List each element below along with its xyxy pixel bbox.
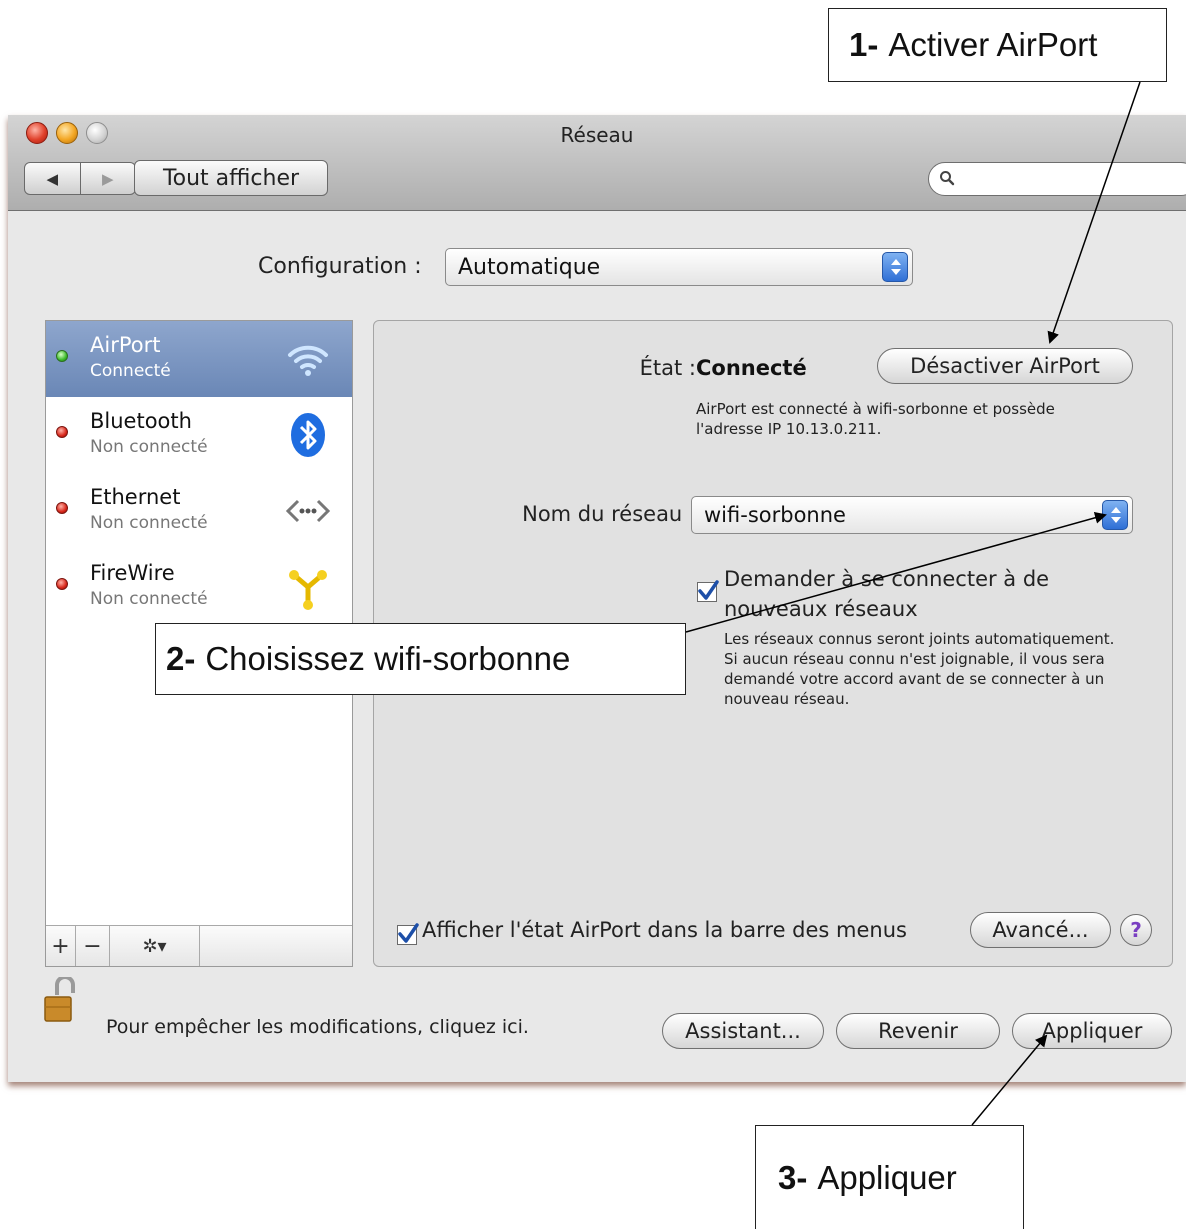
- ask-to-join-description: Les réseaux connus seront joints automat…: [724, 630, 1115, 708]
- checkmark-icon: [398, 923, 419, 943]
- service-item-airport[interactable]: AirPort Connecté: [46, 321, 352, 397]
- bluetooth-icon: [291, 413, 325, 457]
- callout-choose-network: 2- Choisissez wifi-sorbonne: [155, 623, 686, 695]
- callout-text: Appliquer: [817, 1158, 957, 1196]
- callout-number: 1-: [849, 26, 879, 63]
- ask-to-join-label: Demander à se connecter à de nouveaux ré…: [724, 567, 1050, 621]
- service-item-bluetooth[interactable]: Bluetooth Non connecté: [46, 397, 352, 473]
- callout-text: Activer AirPort: [888, 26, 1098, 63]
- configuration-label: Configuration :: [258, 254, 422, 279]
- status-indicator-icon: [56, 350, 68, 362]
- service-name: Ethernet: [90, 485, 181, 509]
- ethernet-icon: [285, 499, 331, 523]
- state-value: Connecté: [696, 356, 807, 380]
- search-input[interactable]: [928, 162, 1186, 196]
- callout-number: 3-: [778, 1158, 808, 1196]
- help-icon[interactable]: ?: [1120, 914, 1152, 946]
- show-in-menubar-checkbox[interactable]: [397, 923, 419, 945]
- titlebar: Réseau ◀ ▶ Tout afficher: [8, 115, 1186, 211]
- firewire-icon: [289, 570, 327, 610]
- status-indicator-icon: [56, 502, 68, 514]
- forward-arrow-icon[interactable]: ▶: [79, 163, 136, 194]
- network-name-select[interactable]: wifi-sorbonne: [691, 496, 1133, 534]
- service-item-ethernet[interactable]: Ethernet Non connecté: [46, 473, 352, 549]
- advanced-button[interactable]: Avancé...: [970, 912, 1111, 948]
- network-name-label: Nom du réseau :: [522, 502, 696, 526]
- state-label: État :: [639, 356, 696, 380]
- sidebar-toolbar: + − ✲▾: [46, 925, 352, 966]
- nav-segment: ◀ ▶: [24, 162, 136, 195]
- remove-service-button[interactable]: −: [76, 926, 110, 966]
- callout-number: 2-: [166, 640, 196, 677]
- revert-button[interactable]: Revenir: [836, 1013, 1000, 1049]
- service-name: Bluetooth: [90, 409, 192, 433]
- apply-button[interactable]: Appliquer: [1012, 1013, 1172, 1049]
- configuration-value: Automatique: [458, 254, 601, 280]
- service-status: Non connecté: [90, 437, 208, 457]
- show-all-button[interactable]: Tout afficher: [134, 160, 328, 196]
- back-arrow-icon[interactable]: ◀: [25, 163, 80, 194]
- add-service-button[interactable]: +: [46, 926, 76, 966]
- callout-apply: 3- Appliquer: [755, 1125, 1024, 1229]
- window-title: Réseau: [560, 123, 634, 147]
- ask-to-join-checkbox[interactable]: [697, 580, 719, 602]
- chevron-updown-icon: [1102, 500, 1128, 530]
- configuration-select[interactable]: Automatique: [445, 248, 913, 286]
- network-name-value: wifi-sorbonne: [704, 503, 846, 527]
- show-in-menubar-label: Afficher l'état AirPort dans la barre de…: [422, 918, 907, 942]
- network-preferences-window: Réseau ◀ ▶ Tout afficher Configuration :…: [8, 115, 1186, 1082]
- lock-icon[interactable]: [43, 977, 77, 1023]
- callout-activate-airport: 1- Activer AirPort: [828, 8, 1167, 82]
- wifi-icon: [288, 345, 328, 376]
- service-status: Connecté: [90, 361, 171, 381]
- service-status: Non connecté: [90, 589, 208, 609]
- service-item-firewire[interactable]: FireWire Non connecté: [46, 549, 352, 625]
- callout-text: Choisissez wifi-sorbonne: [205, 640, 571, 677]
- disable-airport-button[interactable]: Désactiver AirPort: [877, 348, 1133, 384]
- service-name: AirPort: [90, 333, 161, 357]
- assistant-button[interactable]: Assistant...: [662, 1013, 824, 1049]
- chevron-updown-icon: [882, 252, 908, 282]
- gear-icon[interactable]: ✲▾: [110, 926, 200, 966]
- search-icon: [940, 171, 955, 186]
- service-status: Non connecté: [90, 513, 208, 533]
- lock-text[interactable]: Pour empêcher les modifications, cliquez…: [106, 1016, 529, 1038]
- status-indicator-icon: [56, 426, 68, 438]
- status-indicator-icon: [56, 578, 68, 590]
- service-name: FireWire: [90, 561, 175, 585]
- checkmark-icon: [698, 580, 719, 600]
- state-description: AirPort est connecté à wifi-sorbonne et …: [696, 400, 1055, 438]
